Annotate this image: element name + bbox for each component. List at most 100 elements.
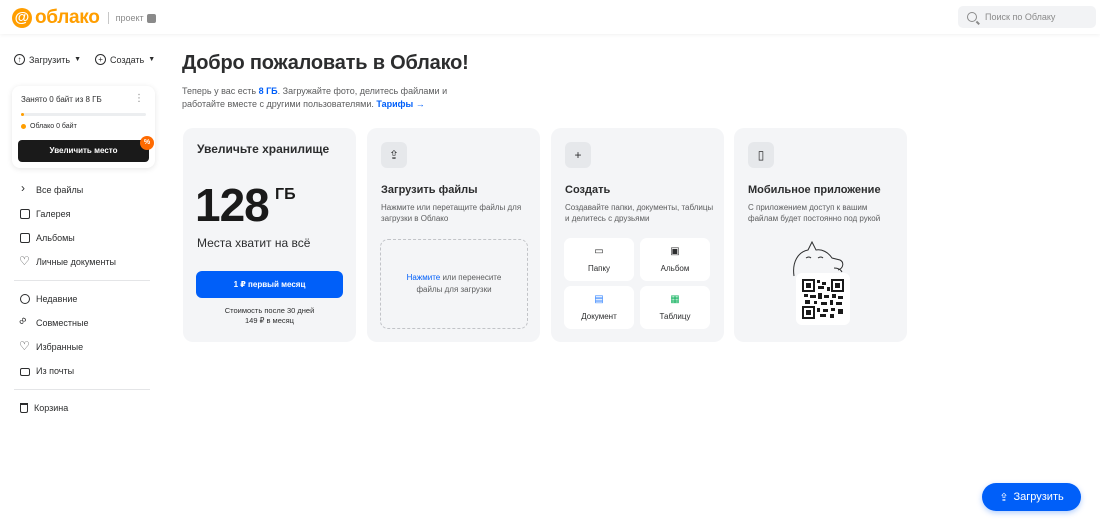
- create-item-label: Таблицу: [659, 312, 691, 321]
- card-title: Загрузить файлы: [381, 184, 478, 196]
- floating-upload-button[interactable]: ⇪ Загрузить: [982, 483, 1081, 511]
- top-header: @ облако проект Поиск по Облаку: [0, 0, 1100, 34]
- more-options-icon[interactable]: ⋮: [134, 93, 144, 104]
- card-title: Создать: [565, 184, 611, 196]
- sidebar-nav: Все файлы Галерея Альбомы Личные докумен…: [14, 178, 156, 420]
- nav-divider: [14, 389, 150, 390]
- album-icon: ▣: [670, 246, 680, 257]
- sidebar-item-shared[interactable]: Совместные: [20, 311, 156, 335]
- spreadsheet-icon: ▦: [670, 294, 680, 305]
- sidebar-item-recent[interactable]: Недавние: [20, 287, 156, 311]
- logo[interactable]: @ облако проект: [12, 7, 156, 29]
- albums-icon: [20, 233, 30, 243]
- chevron-right-icon: [20, 181, 30, 195]
- sidebar-item-label: Все файлы: [36, 185, 84, 195]
- card-description: Нажмите или перетащите файлы для загрузк…: [381, 203, 522, 223]
- subtitle-text: Теперь у вас есть: [182, 86, 259, 96]
- dropzone-line: Нажмите или перенесите: [381, 272, 527, 284]
- logo-divider: [107, 12, 109, 24]
- plus-icon: +: [95, 54, 107, 65]
- sidebar-item-trash[interactable]: Корзина: [20, 396, 156, 420]
- sidebar-item-favorites[interactable]: Избранные: [19, 335, 156, 359]
- recent-icon: [20, 294, 30, 304]
- upload-card: ⇪ Загрузить файлы Нажмите или перетащите…: [367, 128, 540, 342]
- card-description: С приложением доступ к вашим файлам буде…: [748, 203, 881, 223]
- sidebar-item-from-mail[interactable]: Из почты: [20, 359, 156, 383]
- chevron-down-icon: ▼: [74, 56, 82, 63]
- page-subtitle: Теперь у вас есть 8 ГБ. Загружайте фото,…: [182, 85, 472, 111]
- discount-badge: %: [140, 136, 154, 150]
- sidebar-item-all-files[interactable]: Все файлы: [20, 178, 156, 202]
- create-folder-button[interactable]: ▭ Папку: [564, 238, 634, 281]
- mail-icon: [20, 368, 30, 376]
- sidebar-item-label: Галерея: [36, 209, 71, 219]
- upload-icon: ↑: [14, 54, 25, 65]
- create-dropdown-button[interactable]: + Создать ▼: [95, 54, 155, 65]
- card-description: Создавайте папки, документы, таблицы и д…: [565, 203, 714, 223]
- create-item-label: Папку: [587, 264, 611, 273]
- page-title: Добро пожаловать в Облако!: [182, 52, 469, 74]
- cloud-upload-icon: ⇪: [388, 148, 400, 162]
- storage-card: Занято 0 байт из 8 ГБ ⋮ Облако 0 байт Ув…: [12, 86, 155, 168]
- storage-size-value: 128: [195, 179, 270, 231]
- create-spreadsheet-button[interactable]: ▦ Таблицу: [640, 286, 710, 329]
- card-title: Мобильное приложение: [748, 184, 881, 196]
- storage-amount: 8 ГБ: [258, 86, 278, 96]
- storage-enough-text: Места хватит на всё: [197, 236, 311, 250]
- create-album-button[interactable]: ▣ Альбом: [640, 238, 710, 281]
- mobile-tile: ▯: [748, 142, 774, 168]
- create-item-label: Альбом: [660, 264, 690, 273]
- nav-divider: [14, 280, 150, 281]
- logo-at-icon: @: [12, 8, 32, 28]
- search-icon: [967, 12, 977, 22]
- shared-icon: [20, 318, 30, 328]
- mobile-app-card: ▯ Мобильное приложение С приложением дос…: [734, 128, 907, 342]
- sidebar-item-albums[interactable]: Альбомы: [20, 226, 156, 250]
- increase-storage-button[interactable]: Увеличить место: [18, 140, 149, 162]
- storage-progress-bar: [21, 113, 146, 116]
- create-tile: +: [565, 142, 591, 168]
- price-note-line: Стоимость после 30 дней: [224, 306, 315, 315]
- storage-progress-fill: [21, 113, 24, 116]
- project-label: проект: [115, 13, 144, 23]
- create-card: + Создать Создавайте папки, документы, т…: [551, 128, 724, 342]
- vk-badge-icon: [146, 13, 156, 23]
- storage-legend-text: Облако 0 байт: [30, 123, 77, 130]
- card-title: Увеличьте хранилище: [197, 142, 330, 156]
- sidebar-actions: ↑ Загрузить ▼ + Создать ▼: [14, 54, 155, 65]
- upload-dropdown-button[interactable]: ↑ Загрузить ▼: [14, 54, 81, 65]
- create-label: Создать: [110, 54, 145, 65]
- upload-dropzone[interactable]: Нажмите или перенесите файлы для загрузк…: [380, 239, 528, 329]
- storage-legend: Облако 0 байт: [21, 123, 77, 130]
- fab-label: Загрузить: [1013, 491, 1064, 503]
- dropzone-text: файлы для загрузки: [416, 285, 492, 294]
- sidebar-item-label: Корзина: [34, 403, 69, 413]
- sidebar-item-label: Из почты: [36, 366, 75, 376]
- cloud-upload-icon: ⇪: [999, 491, 1009, 504]
- document-icon: ▤: [594, 294, 604, 305]
- upload-tile: ⇪: [381, 142, 407, 168]
- storage-upgrade-card: Увеличьте хранилище 128 ГБ Места хватит …: [183, 128, 356, 342]
- sidebar-item-personal-documents[interactable]: Личные документы: [19, 250, 156, 274]
- trash-icon: [20, 403, 28, 413]
- upload-label: Загрузить: [29, 54, 71, 65]
- legend-dot: [21, 124, 26, 129]
- phone-icon: ▯: [757, 148, 765, 162]
- folder-icon: ▭: [594, 246, 604, 257]
- storage-size-unit: ГБ: [275, 186, 296, 203]
- first-month-button[interactable]: 1 ₽ первый месяц: [196, 271, 343, 298]
- qr-code-icon: [802, 279, 844, 319]
- storage-used-text: Занято 0 байт из 8 ГБ: [21, 95, 102, 104]
- sidebar-item-gallery[interactable]: Галерея: [20, 202, 156, 226]
- dropzone-click-link[interactable]: Нажмите: [407, 273, 441, 282]
- price-note: Стоимость после 30 дней 149 ₽ в месяц: [183, 306, 356, 326]
- create-document-button[interactable]: ▤ Документ: [564, 286, 634, 329]
- tariffs-link[interactable]: Тарифы →: [376, 99, 424, 109]
- logo-text: облако: [35, 7, 100, 28]
- search-placeholder: Поиск по Облаку: [985, 12, 1056, 22]
- sidebar-item-label: Недавние: [36, 294, 78, 304]
- sidebar-item-label: Личные документы: [36, 257, 117, 267]
- sidebar-item-label: Совместные: [36, 318, 89, 328]
- search-input[interactable]: Поиск по Облаку: [958, 6, 1096, 28]
- favorites-icon: [19, 339, 30, 353]
